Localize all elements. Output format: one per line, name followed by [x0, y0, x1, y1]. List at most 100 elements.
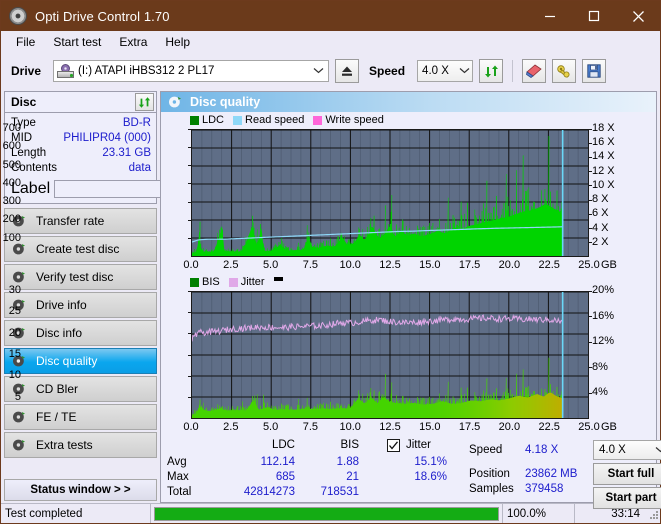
refresh-button[interactable] [479, 59, 504, 83]
sidebar-item-label: Disc quality [36, 354, 98, 368]
disc-panel-header: Disc [5, 92, 156, 113]
progress-fill [155, 507, 498, 520]
chart-ldc-readspeed: LDC Read speed Write speed 100 200 300 4… [3, 114, 656, 276]
stats-row-avg-label: Avg [167, 456, 187, 468]
sidebar-item-verify-test-disc[interactable]: Verify test disc [4, 264, 157, 290]
legend-item-ldc: LDC [190, 114, 224, 126]
disc-test-icon [12, 270, 26, 284]
eraser-button[interactable] [522, 59, 547, 83]
chevron-down-icon [652, 445, 661, 456]
sidebar-item-create-test-disc[interactable]: Create test disc [4, 236, 157, 262]
y-tick-mark [188, 183, 191, 185]
y2-tick-label: 2 X [592, 235, 609, 248]
maximize-button[interactable] [572, 1, 616, 31]
title-bar: Opti Drive Control 1.70 [1, 1, 660, 31]
legend-item-bis: BIS [190, 276, 220, 288]
sidebar-item-extra-tests[interactable]: Extra tests [4, 432, 157, 458]
x-tick-label: 20.0 [498, 259, 521, 271]
position-stat-label: Position [469, 468, 510, 480]
legend-item-write-speed: Write speed [313, 114, 384, 126]
progress-percent: 100.0% [502, 504, 574, 523]
y-tick-mark [188, 311, 191, 313]
y2-tick-label: 12% [592, 335, 615, 348]
app-disc-icon [9, 7, 27, 25]
y-tick-label: 700 [2, 122, 21, 134]
resize-grip[interactable] [644, 504, 660, 523]
sidebar-item-disc-quality[interactable]: Disc quality [4, 348, 157, 374]
y2-tick-label: 6 X [592, 207, 609, 220]
sidebar-item-cd-bler[interactable]: CD Bler [4, 376, 157, 402]
sidebar-item-label: CD Bler [36, 382, 79, 396]
y2-tick-label: 4 X [592, 221, 609, 234]
disc-test-icon [12, 438, 26, 452]
drive-select[interactable]: (I:) ATAPI iHBS312 2 PL17 [53, 60, 330, 82]
stats-row-max-label: Max [167, 471, 189, 483]
menu-help[interactable]: Help [156, 33, 199, 51]
x-tick-label: 2.5 [223, 259, 239, 271]
sidebar-item-label: Disc info [36, 326, 83, 340]
stats-row-max-bis: 21 [346, 471, 359, 483]
legend-label-ldc: LDC [202, 114, 225, 126]
progress-bar [151, 504, 502, 523]
stats-row-max-jitter: 18.6% [414, 471, 447, 483]
y2-tick-mark [589, 392, 592, 394]
window-title: Opti Drive Control 1.70 [35, 8, 170, 24]
legend-swatch-ldc [190, 115, 199, 125]
stats-col-ldc: LDC [271, 439, 295, 451]
legend-label-jitter: Jitter [240, 276, 265, 288]
save-button[interactable] [582, 59, 607, 83]
y2-tick-mark [589, 185, 592, 187]
y2-tick-label: 18 X [592, 122, 615, 134]
toolbar-separator [512, 60, 514, 82]
sidebar-item-fe-te[interactable]: FE / TE [4, 404, 157, 430]
x-tick-label: 5.0 [262, 421, 279, 433]
y-tick-mark [188, 146, 191, 148]
disc-row-mid: MID PHILIPR04 (000) [11, 131, 151, 146]
sidebar-item-label: Create test disc [36, 242, 120, 256]
disc-test-icon [12, 242, 26, 256]
x-tick-label: 0.0 [183, 421, 199, 433]
y-tick-mark [188, 219, 191, 221]
disc-refresh-button[interactable] [135, 93, 154, 111]
x-tick-label: 5.0 [262, 259, 279, 271]
sidebar-item-drive-info[interactable]: Drive info [4, 292, 157, 318]
status-window-button[interactable]: Status window > > [4, 479, 157, 501]
close-button[interactable] [616, 1, 660, 31]
sidebar-item-label: FE / TE [36, 410, 77, 424]
y-tick-label: 15 [8, 348, 21, 360]
disc-rows: Type BD-R MID PHILIPR04 (000) Length 23.… [5, 113, 230, 203]
drive-label: Drive [11, 64, 42, 78]
speed-select[interactable]: 4.0 X [417, 60, 474, 82]
menu-extra[interactable]: Extra [110, 33, 156, 51]
y2-tick-mark [589, 228, 592, 230]
menu-file[interactable]: File [7, 33, 44, 51]
y2-tick-mark [589, 290, 592, 292]
y2-tick-mark [589, 242, 592, 244]
y-tick-mark [188, 375, 191, 377]
start-full-button[interactable]: Start full [593, 463, 661, 485]
disc-row-length: Length 23.31 GB [11, 146, 151, 161]
status-text: Test completed [1, 504, 151, 523]
test-speed-select[interactable]: 4.0 X [593, 440, 661, 460]
y2-tick-label: 14 X [592, 150, 615, 163]
progress-track [154, 506, 499, 521]
toolbar: Drive (I:) ATAPI iHBS312 2 PL17 Speed 4.… [1, 53, 660, 89]
jitter-checkbox[interactable] [387, 439, 400, 452]
chart-legend-top: LDC Read speed Write speed [190, 114, 389, 126]
minimize-button[interactable] [528, 1, 572, 31]
legend-swatch-jitter [228, 277, 238, 287]
y-tick-mark [188, 165, 191, 167]
y-tick-mark [188, 397, 191, 399]
y-tick-mark [188, 128, 191, 130]
sidebar-item-disc-info[interactable]: Disc info [4, 320, 157, 346]
eject-button[interactable] [335, 59, 360, 83]
tools-button[interactable] [552, 59, 577, 83]
chart-bis-jitter: BIS Jitter 5 10 15 20 25 30 4% 8% 12% 16… [9, 276, 656, 436]
x-tick-label: 17.5 [458, 259, 481, 271]
menu-start-test[interactable]: Start test [44, 33, 110, 51]
optical-drive-icon [57, 64, 75, 78]
samples-stat-value: 379458 [525, 483, 564, 495]
y2-tick-label: 4% [592, 386, 608, 399]
disc-row-mid-value: PHILIPR04 (000) [63, 132, 151, 144]
sidebar-item-transfer-rate[interactable]: Transfer rate [4, 208, 157, 234]
